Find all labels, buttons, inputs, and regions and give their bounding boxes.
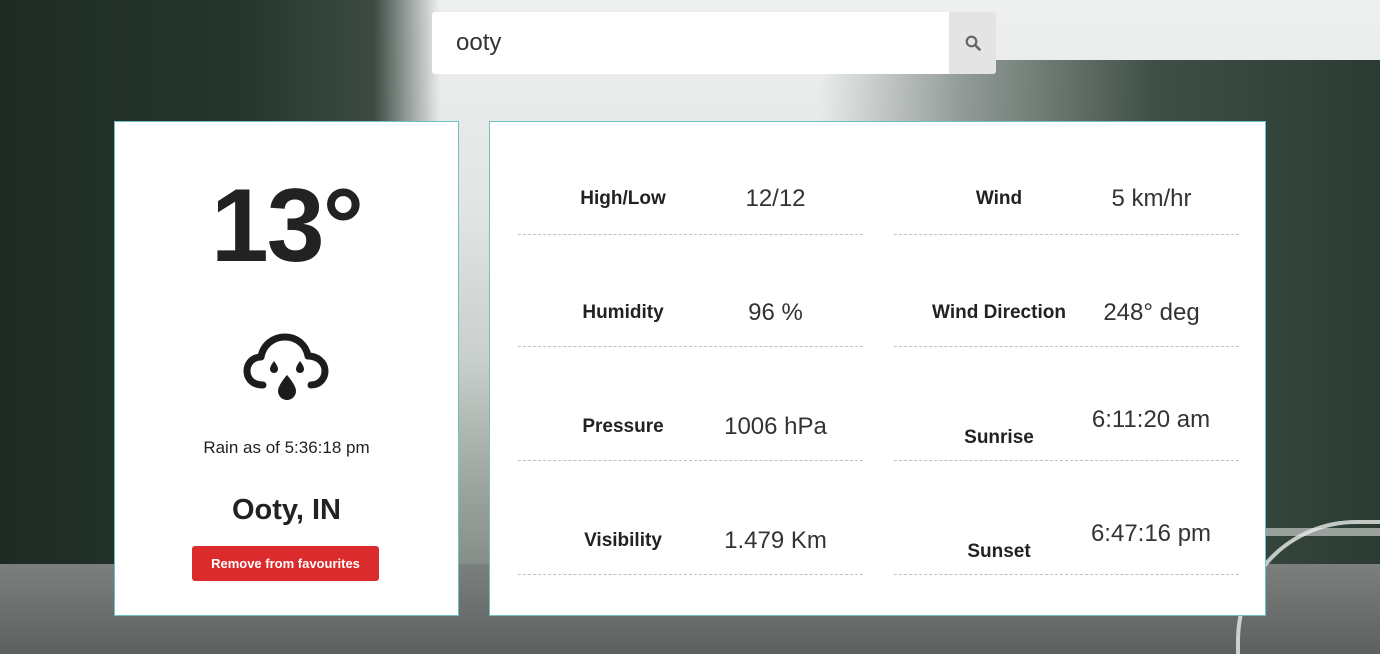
search-input[interactable]: [432, 12, 949, 74]
weather-details-card: High/Low 12/12 Wind 5 km/hr Humidity 96 …: [489, 121, 1266, 616]
detail-sunset: Sunset 6:47:16 pm: [894, 462, 1239, 575]
detail-label: Humidity: [582, 302, 664, 323]
remove-from-favourites-button[interactable]: Remove from favourites: [192, 546, 379, 581]
detail-label: Sunset: [967, 541, 1031, 562]
detail-value: 248° deg: [1103, 299, 1200, 326]
detail-value: 12/12: [745, 185, 806, 212]
detail-visibility: Visibility 1.479 Km: [518, 462, 863, 575]
detail-pressure: Pressure 1006 hPa: [518, 348, 863, 461]
detail-label: Pressure: [582, 416, 664, 437]
current-weather-card: 13° Rain as of 5:36:18 pm Ooty, IN Remov…: [114, 121, 459, 616]
detail-humidity: Humidity 96 %: [518, 234, 863, 347]
detail-label: Wind Direction: [932, 302, 1066, 323]
detail-label: Sunrise: [964, 427, 1034, 448]
search-bar: [432, 12, 996, 74]
detail-label: Visibility: [584, 530, 662, 551]
detail-value: 5 km/hr: [1111, 185, 1192, 212]
detail-value: 96 %: [748, 299, 803, 326]
search-button[interactable]: [949, 12, 996, 74]
detail-value: 6:47:16 pm: [1090, 520, 1212, 547]
detail-value: 1.479 Km: [724, 527, 827, 554]
temperature: 13°: [210, 168, 364, 284]
detail-wind: Wind 5 km/hr: [894, 122, 1239, 235]
detail-value: 1006 hPa: [724, 413, 827, 440]
detail-wind-direction: Wind Direction 248° deg: [894, 234, 1239, 347]
detail-high-low: High/Low 12/12: [518, 122, 863, 235]
detail-label: Wind: [975, 188, 1023, 209]
cloud-rain-icon: [243, 333, 329, 400]
detail-value: 6:11:20 am: [1091, 406, 1211, 433]
detail-label: High/Low: [580, 188, 666, 209]
city-name: Ooty, IN: [231, 494, 342, 526]
search-icon: [965, 35, 981, 51]
detail-sunrise: Sunrise 6:11:20 am: [894, 348, 1239, 461]
condition-text: Rain as of 5:36:18 pm: [203, 438, 370, 457]
